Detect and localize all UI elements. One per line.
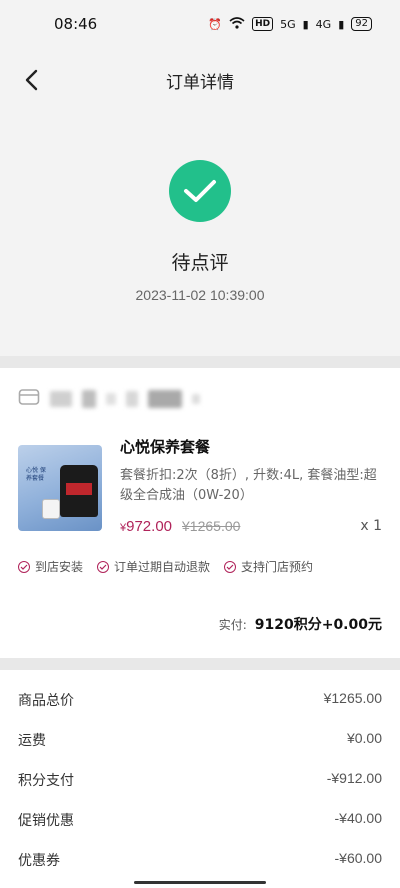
- total-label: 实付:: [218, 618, 247, 632]
- summary-row: 优惠券 -¥60.00: [18, 850, 382, 870]
- nav-bar: 订单详情: [0, 52, 400, 108]
- product-price: ¥972.00: [120, 518, 172, 535]
- status-bar: 08:46 ⏰ HD 5G ▮ 4G ▮ 92: [0, 0, 400, 48]
- battery-icon: 92: [351, 17, 372, 31]
- store-icon: [18, 388, 40, 410]
- signal-4g: 4G: [315, 17, 332, 31]
- store-name-redacted: [148, 390, 182, 408]
- status-time: 08:46: [54, 15, 98, 33]
- summary-amount: -¥60.00: [334, 850, 382, 866]
- tag-label: 订单过期自动退款: [114, 560, 211, 574]
- summary-label: 积分支付: [18, 773, 74, 789]
- price-row: ¥972.00 ¥1265.00: [120, 518, 240, 535]
- quantity: x 1: [360, 518, 382, 534]
- wifi-icon: [229, 16, 245, 32]
- check-icon: [224, 560, 237, 573]
- product-image[interactable]: 心悦 保养套餐: [18, 445, 102, 531]
- original-price: ¥1265.00: [182, 518, 241, 534]
- summary-amount: -¥912.00: [326, 770, 382, 786]
- tag-label: 到店安装: [35, 560, 84, 574]
- service-tags: 到店安装 订单过期自动退款 支持门店预约: [18, 558, 313, 575]
- page-title: 订单详情: [166, 72, 234, 93]
- summary-label: 商品总价: [18, 693, 74, 709]
- summary-amount: ¥1265.00: [323, 690, 382, 706]
- status-icons: ⏰ HD 5G ▮ 4G ▮ 92: [208, 16, 372, 32]
- summary-row: 促销优惠 -¥40.00: [18, 810, 382, 830]
- total-row: 实付: 9120积分+0.00元: [219, 614, 382, 634]
- check-circle-icon: [169, 160, 231, 222]
- store-name-redacted: [106, 393, 116, 405]
- order-card: 心悦 保养套餐 心悦保养套餐 套餐折扣:2次（8折）, 升数:4L, 套餐油型:…: [0, 368, 400, 658]
- order-status-section: 待点评 2023-11-02 10:39:00: [0, 150, 400, 303]
- order-status-time: 2023-11-02 10:39:00: [135, 287, 265, 303]
- oil-filter-graphic: [42, 499, 60, 519]
- store-name-redacted: [50, 391, 72, 407]
- check-icon: [97, 560, 110, 573]
- summary-amount: -¥40.00: [334, 810, 382, 826]
- chevron-left-icon: [25, 69, 38, 91]
- check-icon: [18, 560, 30, 573]
- signal-bars-icon: ▮: [338, 17, 345, 31]
- divider: [0, 658, 400, 670]
- divider: [0, 356, 400, 368]
- tag-label: 支持门店预约: [241, 560, 314, 574]
- product-name[interactable]: 心悦保养套餐: [120, 436, 210, 457]
- total-value: 9120积分+0.00元: [254, 617, 382, 633]
- tag-item: 订单过期自动退款: [97, 558, 210, 575]
- product-desc: 套餐折扣:2次（8折）, 升数:4L, 套餐油型:超级全合成油（0W-20）: [120, 468, 377, 503]
- oil-bottle-graphic: [60, 465, 98, 517]
- summary-label: 运费: [18, 733, 46, 749]
- hd-badge: HD: [252, 17, 274, 31]
- home-indicator[interactable]: [134, 881, 266, 884]
- store-row[interactable]: [18, 388, 200, 410]
- order-status-label: 待点评: [171, 252, 229, 274]
- store-name-redacted: [126, 391, 138, 407]
- alarm-icon: ⏰: [208, 17, 223, 31]
- back-button[interactable]: [18, 66, 44, 94]
- summary-row: 积分支付 -¥912.00: [18, 770, 382, 790]
- price-value: 972.00: [126, 518, 173, 535]
- tag-item: 支持门店预约: [224, 558, 313, 575]
- signal-bars-icon: ▮: [302, 17, 309, 31]
- price-summary: 商品总价 ¥1265.00 运费 ¥0.00 积分支付 -¥912.00 促销优…: [0, 670, 400, 888]
- store-name-redacted: [192, 394, 200, 404]
- summary-label: 促销优惠: [18, 813, 74, 829]
- signal-5g: 5G: [280, 17, 296, 31]
- product-image-label: 心悦 保养套餐: [26, 467, 46, 482]
- summary-label: 优惠券: [18, 853, 60, 869]
- summary-amount: ¥0.00: [346, 730, 382, 746]
- summary-row: 运费 ¥0.00: [18, 730, 382, 750]
- store-name-redacted: [82, 390, 96, 408]
- summary-row: 商品总价 ¥1265.00: [18, 690, 382, 710]
- tag-item: 到店安装: [18, 558, 83, 575]
